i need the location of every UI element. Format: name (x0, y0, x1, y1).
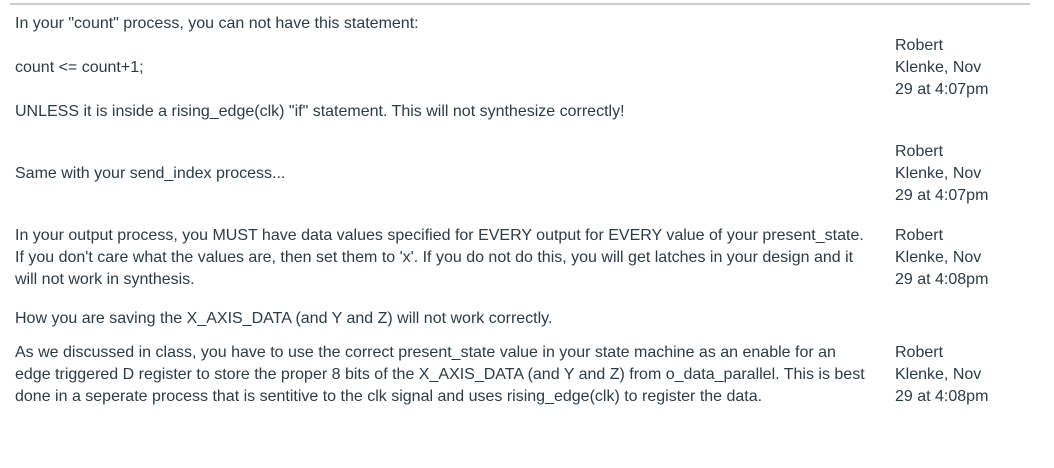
comment-text: UNLESS it is inside a rising_edge(clk) "… (15, 103, 625, 120)
comment-author-date: Klenke, Nov (895, 366, 982, 383)
comment-meta: Robert Klenke, Nov 29 at 4:08pm (895, 225, 1025, 291)
comment-text: Same with your send_index process... (15, 165, 286, 182)
comment-author-date: Klenke, Nov (895, 165, 982, 182)
comment-body: How you are saving the X_AXIS_DATA (and … (15, 308, 875, 408)
comment-body: In your output process, you MUST have da… (15, 225, 875, 291)
comment-author-date: Klenke, Nov (895, 249, 982, 266)
comment-timestamp: 29 at 4:08pm (895, 388, 989, 405)
comment-author-date: Klenke, Nov (895, 59, 982, 76)
top-divider (10, 3, 1030, 5)
comment-author[interactable]: Robert (895, 342, 1025, 364)
comment-timestamp: 29 at 4:07pm (895, 81, 989, 98)
comment-author[interactable]: Robert (895, 141, 1025, 163)
comment-author[interactable]: Robert (895, 225, 1025, 247)
comment-text: As we discussed in class, you have to us… (15, 344, 865, 405)
comment-meta: Robert Klenke, Nov 29 at 4:07pm (895, 35, 1025, 101)
comment-item: Same with your send_index process... Rob… (15, 141, 1045, 211)
comment-item: In your "count" process, you can not hav… (15, 13, 1045, 133)
comment-text: In your output process, you MUST have da… (15, 227, 864, 288)
comment-item: In your output process, you MUST have da… (15, 225, 1045, 295)
comment-text: In your "count" process, you can not hav… (15, 15, 419, 32)
comment-body: Same with your send_index process... (15, 163, 875, 185)
comment-meta: Robert Klenke, Nov 29 at 4:08pm (895, 342, 1025, 408)
comment-meta: Robert Klenke, Nov 29 at 4:07pm (895, 141, 1025, 207)
comment-item: How you are saving the X_AXIS_DATA (and … (15, 308, 1045, 443)
comment-text: How you are saving the X_AXIS_DATA (and … (15, 310, 553, 327)
comment-author[interactable]: Robert (895, 35, 1025, 57)
comment-text: count <= count+1; (15, 59, 144, 76)
comment-timestamp: 29 at 4:07pm (895, 187, 989, 204)
comment-body: In your "count" process, you can not hav… (15, 13, 875, 123)
comment-timestamp: 29 at 4:08pm (895, 271, 989, 288)
